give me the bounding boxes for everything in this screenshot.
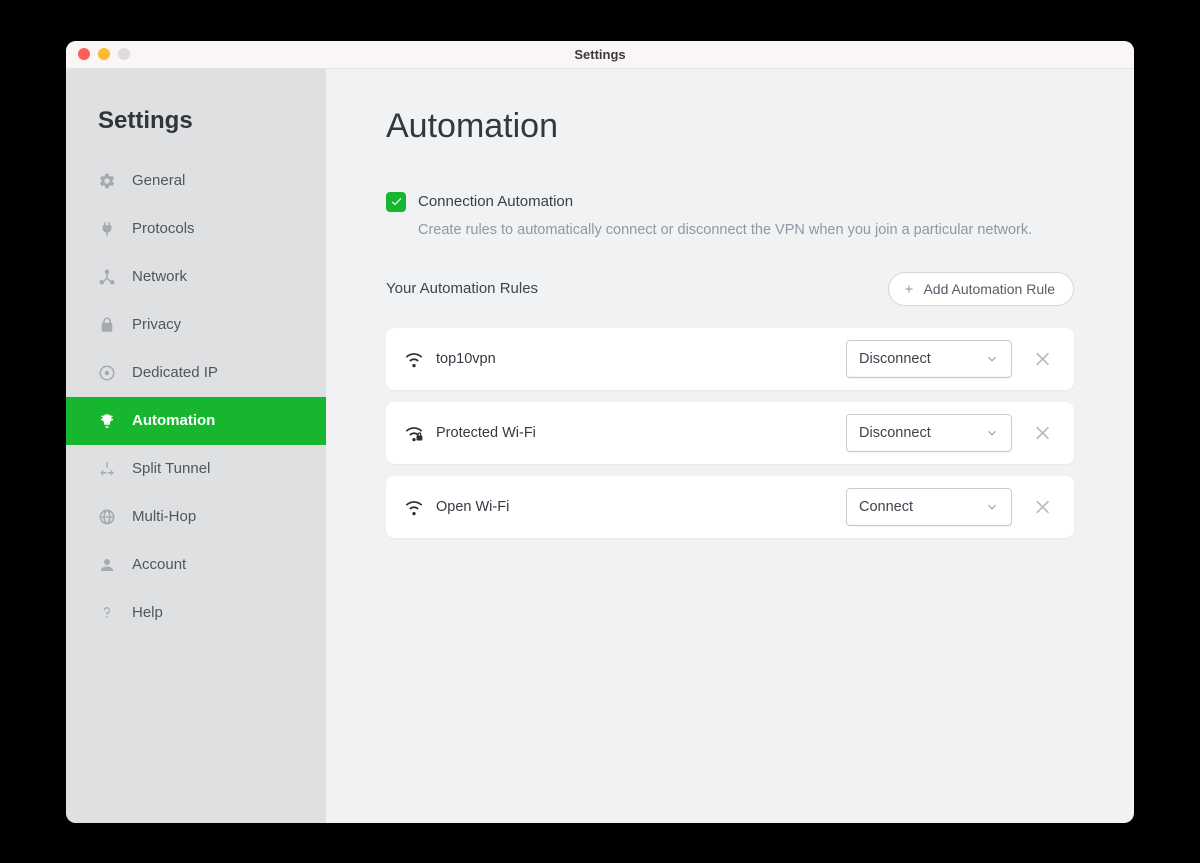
- add-automation-rule-button[interactable]: Add Automation Rule: [888, 272, 1074, 306]
- question-icon: [98, 604, 116, 622]
- sidebar-item-label: Automation: [132, 412, 215, 429]
- rule-action-select[interactable]: Connect: [846, 488, 1012, 526]
- rule-row: Protected Wi-Fi Disconnect: [386, 402, 1074, 464]
- sidebar-item-label: Split Tunnel: [132, 460, 210, 477]
- sidebar-item-label: Privacy: [132, 316, 181, 333]
- rule-name: Protected Wi-Fi: [436, 425, 846, 441]
- sidebar-item-protocols[interactable]: Protocols: [66, 205, 326, 253]
- settings-window: Settings Settings General Protocols: [66, 41, 1134, 823]
- chevron-down-icon: [985, 426, 999, 440]
- lightbulb-icon: [98, 412, 116, 430]
- sidebar-item-network[interactable]: Network: [66, 253, 326, 301]
- close-icon: [1033, 423, 1053, 443]
- globe-icon: [98, 508, 116, 526]
- plus-icon: [903, 283, 915, 295]
- connection-automation-description: Create rules to automatically connect or…: [418, 222, 1074, 238]
- close-icon: [1033, 349, 1053, 369]
- ip-icon: [98, 364, 116, 382]
- sidebar-item-label: Account: [132, 556, 186, 573]
- rule-name: top10vpn: [436, 351, 846, 367]
- split-icon: [98, 460, 116, 478]
- rule-action-select[interactable]: Disconnect: [846, 340, 1012, 378]
- wifi-icon: [404, 349, 424, 369]
- sidebar-item-general[interactable]: General: [66, 157, 326, 205]
- close-window-button[interactable]: [78, 48, 90, 60]
- sidebar-item-dedicated-ip[interactable]: Dedicated IP: [66, 349, 326, 397]
- close-icon: [1033, 497, 1053, 517]
- add-button-label: Add Automation Rule: [923, 281, 1055, 297]
- lock-icon: [98, 316, 116, 334]
- rule-name: Open Wi-Fi: [436, 499, 846, 515]
- gear-icon: [98, 172, 116, 190]
- sidebar-item-split-tunnel[interactable]: Split Tunnel: [66, 445, 326, 493]
- connection-automation-label: Connection Automation: [418, 193, 573, 210]
- sidebar-item-label: General: [132, 172, 185, 189]
- connection-automation-row: Connection Automation: [386, 192, 1074, 212]
- sidebar-item-automation[interactable]: Automation: [66, 397, 326, 445]
- main-panel: Automation Connection Automation Create …: [326, 69, 1134, 823]
- connection-automation-checkbox[interactable]: [386, 192, 406, 212]
- rule-row: top10vpn Disconnect: [386, 328, 1074, 390]
- rule-action-select[interactable]: Disconnect: [846, 414, 1012, 452]
- sidebar-item-label: Network: [132, 268, 187, 285]
- rule-action-value: Disconnect: [859, 351, 931, 367]
- window-title: Settings: [66, 47, 1134, 62]
- window-controls: [66, 48, 130, 60]
- sidebar-title: Settings: [66, 107, 326, 157]
- plug-icon: [98, 220, 116, 238]
- content: Settings General Protocols Network: [66, 69, 1134, 823]
- sidebar-item-help[interactable]: Help: [66, 589, 326, 637]
- maximize-window-button[interactable]: [118, 48, 130, 60]
- wifi-open-icon: [404, 497, 424, 517]
- title-bar: Settings: [66, 41, 1134, 69]
- sidebar-item-label: Help: [132, 604, 163, 621]
- delete-rule-button[interactable]: [1030, 420, 1056, 446]
- check-icon: [390, 195, 403, 208]
- rule-row: Open Wi-Fi Connect: [386, 476, 1074, 538]
- wifi-lock-icon: [404, 423, 424, 443]
- rules-header: Your Automation Rules Add Automation Rul…: [386, 272, 1074, 306]
- sidebar-item-label: Dedicated IP: [132, 364, 218, 381]
- minimize-window-button[interactable]: [98, 48, 110, 60]
- delete-rule-button[interactable]: [1030, 494, 1056, 520]
- chevron-down-icon: [985, 352, 999, 366]
- sidebar-item-account[interactable]: Account: [66, 541, 326, 589]
- sidebar-item-label: Multi-Hop: [132, 508, 196, 525]
- sidebar-item-privacy[interactable]: Privacy: [66, 301, 326, 349]
- chevron-down-icon: [985, 500, 999, 514]
- person-icon: [98, 556, 116, 574]
- rule-action-value: Connect: [859, 499, 913, 515]
- sidebar: Settings General Protocols Network: [66, 69, 326, 823]
- page-title: Automation: [386, 107, 1074, 146]
- delete-rule-button[interactable]: [1030, 346, 1056, 372]
- sidebar-item-label: Protocols: [132, 220, 195, 237]
- rule-action-value: Disconnect: [859, 425, 931, 441]
- network-icon: [98, 268, 116, 286]
- rules-title: Your Automation Rules: [386, 280, 538, 297]
- sidebar-item-multi-hop[interactable]: Multi-Hop: [66, 493, 326, 541]
